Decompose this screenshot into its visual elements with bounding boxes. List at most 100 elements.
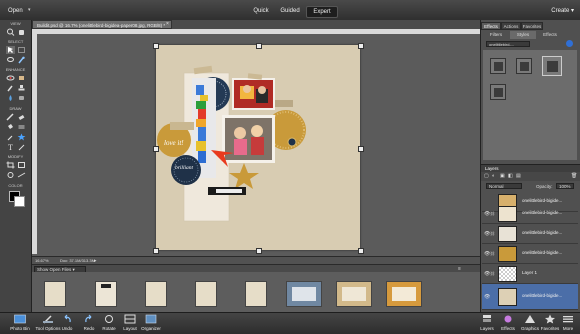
rotate-button[interactable]: Rotate xyxy=(98,312,120,333)
brush-tool-icon[interactable] xyxy=(6,113,15,121)
layout-icon xyxy=(124,314,136,324)
layer-row[interactable]: 👁 ⛓ Layer 1 xyxy=(482,264,578,284)
style-options-icon[interactable] xyxy=(566,40,573,47)
link-icon[interactable]: ⛓ xyxy=(490,251,495,256)
transform-handle-bl[interactable] xyxy=(153,248,159,254)
mode-guided[interactable]: Guided xyxy=(276,6,304,16)
pencil-tool-icon[interactable] xyxy=(17,143,26,151)
style-library-dropdown[interactable]: onelittlebird-... xyxy=(486,41,530,47)
bin-thumbnail[interactable] xyxy=(195,281,217,307)
opacity-input[interactable]: 100% xyxy=(556,183,574,189)
mode-quick[interactable]: Quick xyxy=(248,6,274,16)
color-picker-tool-icon[interactable] xyxy=(6,133,15,141)
transform-handle-tr[interactable] xyxy=(358,43,364,49)
style-thumbnail[interactable] xyxy=(490,58,506,74)
adjustment-layer-icon[interactable]: ◐ xyxy=(492,173,495,179)
group-layer-icon[interactable]: ▣ xyxy=(500,173,505,179)
visibility-eye-icon[interactable]: 👁 xyxy=(484,294,490,300)
gradient-tool-icon[interactable] xyxy=(17,123,26,131)
bin-thumbnail[interactable] xyxy=(44,281,66,307)
link-icon[interactable]: ⛓ xyxy=(490,211,495,216)
open-button[interactable]: Open xyxy=(4,6,27,16)
quick-selection-tool-icon[interactable] xyxy=(17,56,26,64)
subtab-filters[interactable]: Filters xyxy=(483,31,509,39)
delete-layer-icon[interactable]: 🗑 xyxy=(571,173,577,179)
bin-thumbnail[interactable] xyxy=(386,281,422,307)
bin-thumbnail[interactable] xyxy=(245,281,267,307)
clone-stamp-tool-icon[interactable] xyxy=(17,84,26,92)
layer-name: onelittlebird-bigide... xyxy=(522,250,563,255)
link-icon[interactable]: ⛓ xyxy=(490,231,495,236)
undo-button[interactable]: Undo xyxy=(56,312,78,333)
transform-handle-right[interactable] xyxy=(358,146,364,152)
subtab-styles[interactable]: Styles xyxy=(510,31,536,39)
subtab-effects[interactable]: Effects xyxy=(537,31,563,39)
smart-brush-tool-icon[interactable] xyxy=(6,84,15,92)
opacity-label: Opacity: xyxy=(536,184,553,189)
transform-handle-left[interactable] xyxy=(153,146,159,152)
scrapbook-page[interactable]: love it! brilliant xyxy=(156,45,360,250)
ruler-left xyxy=(32,34,37,254)
style-thumbnail-selected[interactable] xyxy=(542,56,562,76)
layer-row[interactable]: 👁 ⛓ onelittlebird-bigide... xyxy=(482,204,578,224)
mode-expert[interactable]: Expert xyxy=(306,6,338,18)
new-layer-icon[interactable]: ▢ xyxy=(484,173,489,179)
open-dropdown-arrow-icon[interactable]: ▾ xyxy=(28,7,31,13)
effects-panel-button[interactable]: Effects xyxy=(497,312,519,333)
tab-favorites[interactable]: Favorites xyxy=(521,22,543,30)
recompose-tool-icon[interactable] xyxy=(17,161,26,169)
layer-thumbnail xyxy=(498,266,517,282)
spot-healing-tool-icon[interactable] xyxy=(17,74,26,82)
red-eye-tool-icon[interactable] xyxy=(6,74,15,82)
eraser-tool-icon[interactable] xyxy=(17,113,26,121)
crop-tool-icon[interactable] xyxy=(6,161,15,169)
hand-tool-icon[interactable] xyxy=(17,28,26,36)
lasso-tool-icon[interactable] xyxy=(6,56,15,64)
link-icon[interactable]: ⛓ xyxy=(490,271,495,276)
marquee-tool-icon[interactable] xyxy=(17,46,26,54)
blur-tool-icon[interactable] xyxy=(6,94,15,102)
more-panel-button[interactable]: More xyxy=(558,312,578,333)
transform-handle-bottom[interactable] xyxy=(256,248,262,254)
document-tab[interactable]: Buildit.psd @ 16.7% (onelittlebird-bigid… xyxy=(32,20,172,29)
layer-name: Layer 1 xyxy=(522,270,538,275)
transform-handle-top[interactable] xyxy=(256,43,262,49)
paint-bucket-tool-icon[interactable] xyxy=(6,123,15,131)
lock-icon[interactable]: ▤ xyxy=(516,173,521,179)
blend-mode-select[interactable]: Normal xyxy=(486,183,522,189)
create-button[interactable]: Create ▾ xyxy=(551,6,574,16)
style-thumbnail[interactable] xyxy=(516,58,532,74)
bin-thumbnail[interactable] xyxy=(145,281,167,307)
straighten-tool-icon[interactable] xyxy=(17,171,26,179)
photo-bin-icon xyxy=(14,314,26,324)
bin-thumbnail[interactable] xyxy=(95,281,117,307)
star-icon xyxy=(545,314,555,324)
style-thumbnail[interactable] xyxy=(490,84,506,100)
bin-thumbnail[interactable] xyxy=(336,281,372,307)
transform-handle-tl[interactable] xyxy=(153,43,159,49)
tab-effects[interactable]: Effects xyxy=(481,22,501,30)
content-aware-move-tool-icon[interactable] xyxy=(6,171,15,179)
type-tool-icon[interactable]: T xyxy=(6,143,15,151)
effects-icon xyxy=(504,315,512,323)
layer-row-selected[interactable]: 👁 onelittlebird-bigide... xyxy=(482,284,578,310)
mask-layer-icon[interactable]: ◧ xyxy=(508,173,513,179)
layers-title: Layers xyxy=(481,164,580,172)
layer-name: onelittlebird-bigide... xyxy=(522,230,563,235)
redo-button[interactable]: Redo xyxy=(78,312,100,333)
sponge-tool-icon[interactable] xyxy=(17,94,26,102)
layer-row[interactable]: 👁 ⛓ onelittlebird-bigide... xyxy=(482,244,578,264)
bin-thumbnail[interactable] xyxy=(286,281,322,307)
layer-name: onelittlebird-bigide... xyxy=(522,293,563,298)
move-tool-icon[interactable] xyxy=(6,46,15,54)
zoom-tool-icon[interactable] xyxy=(6,28,15,36)
layer-row[interactable]: 👁 ⛓ onelittlebird-bigide... xyxy=(482,224,578,244)
transform-handle-br[interactable] xyxy=(358,248,364,254)
organizer-button[interactable]: Organizer xyxy=(138,312,164,333)
tab-actions[interactable]: Actions xyxy=(501,22,521,30)
layers-panel-button[interactable]: Layers xyxy=(476,312,498,333)
section-enhance-label: ENHANCE xyxy=(5,67,26,72)
custom-shape-tool-icon[interactable] xyxy=(17,133,26,141)
close-tab-icon[interactable]: × xyxy=(166,21,169,27)
background-color-swatch[interactable] xyxy=(14,196,25,207)
